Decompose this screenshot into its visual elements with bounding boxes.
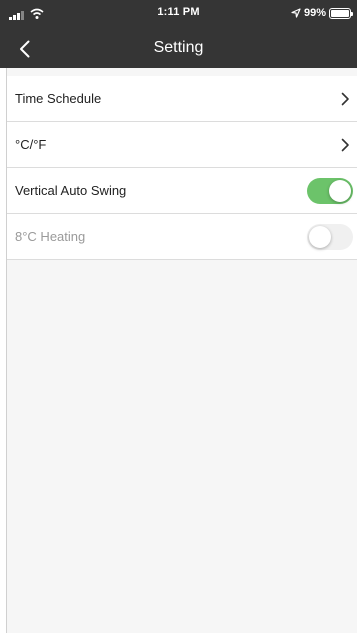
battery-percent: 99% — [303, 7, 326, 19]
battery-icon — [329, 7, 353, 19]
settings-row-label: 8°C Heating — [15, 229, 86, 244]
settings-row-vertical-auto-swing: Vertical Auto Swing — [7, 168, 357, 214]
settings-row-label: Vertical Auto Swing — [15, 183, 127, 198]
settings-row-label: Time Schedule — [15, 91, 102, 106]
settings-row-8c-heating: 8°C Heating — [7, 214, 357, 260]
location-icon — [291, 8, 301, 18]
vertical-auto-swing-toggle[interactable] — [307, 178, 353, 204]
8c-heating-toggle[interactable] — [307, 224, 353, 250]
chevron-right-icon — [341, 138, 349, 152]
chevron-right-icon — [341, 92, 349, 106]
status-bar: 1:11 PM 99% — [0, 0, 357, 30]
nav-bar: Setting — [0, 30, 357, 68]
status-right: 99% — [291, 6, 353, 20]
toggle-knob — [329, 180, 351, 202]
settings-row-temperature-unit[interactable]: °C/°F — [7, 122, 357, 168]
settings-row-label: °C/°F — [15, 137, 47, 152]
page-title: Setting — [153, 39, 204, 56]
settings-row-time-schedule[interactable]: Time Schedule — [7, 76, 357, 122]
settings-content: Time Schedule °C/°F Vertical Auto Swing … — [6, 68, 357, 633]
settings-list: Time Schedule °C/°F Vertical Auto Swing … — [7, 76, 357, 260]
toggle-knob — [309, 226, 331, 248]
